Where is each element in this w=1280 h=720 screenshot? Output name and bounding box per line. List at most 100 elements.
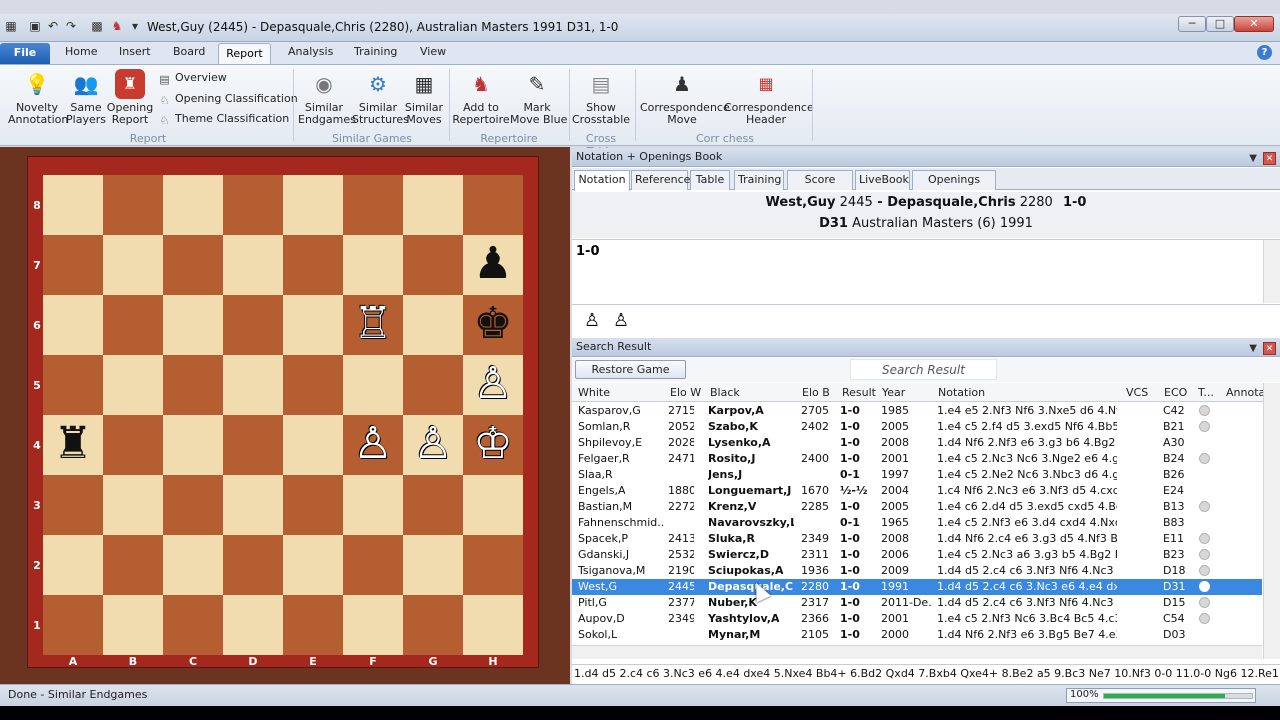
tab-livebook[interactable]: LiveBook <box>855 170 910 190</box>
panel-menu-icon[interactable]: ▼ <box>1249 153 1257 164</box>
notation-scrollbar[interactable] <box>1263 240 1280 303</box>
search-result-tab[interactable]: Search Result <box>850 359 997 380</box>
board-square-g2[interactable] <box>403 535 463 595</box>
board-square-b1[interactable] <box>103 595 163 655</box>
panel-menu-icon[interactable]: ▼ <box>1249 343 1257 354</box>
board-square-b4[interactable] <box>103 415 163 475</box>
table-scrollbar[interactable] <box>1263 383 1280 659</box>
menu-insert[interactable]: Insert <box>119 45 151 58</box>
col-year[interactable]: Year <box>882 386 905 399</box>
restore-game-button[interactable]: Restore Game <box>575 360 686 379</box>
board-square-a7[interactable] <box>43 235 103 295</box>
white-pawn-piece[interactable]: ♙ <box>403 415 463 475</box>
board-square-e6[interactable] <box>283 295 343 355</box>
board-square-d5[interactable] <box>223 355 283 415</box>
table-row[interactable]: Aupov,D 2349 Yashtylov,A 2366 1-0 2001 1.e4 c5… <box>572 611 1262 627</box>
board-square-f8[interactable] <box>343 175 403 235</box>
board-square-c3[interactable] <box>163 475 223 535</box>
board-square-d4[interactable] <box>223 415 283 475</box>
board-square-d1[interactable] <box>223 595 283 655</box>
table-row[interactable]: Bastian,M 2272 Krenz,V 2285 1-0 2005 1.e4 c6 2… <box>572 499 1262 515</box>
board-square-e5[interactable] <box>283 355 343 415</box>
notation-area[interactable]: 1-0 <box>572 239 1280 303</box>
table-hscrollbar[interactable] <box>572 645 1262 659</box>
board-square-d7[interactable] <box>223 235 283 295</box>
board-square-f3[interactable] <box>343 475 403 535</box>
board-square-e8[interactable] <box>283 175 343 235</box>
board-square-f5[interactable] <box>343 355 403 415</box>
board-square-f7[interactable] <box>343 235 403 295</box>
similar-moves-button[interactable]: ▦ Similar Moves <box>404 69 444 126</box>
board-square-f1[interactable] <box>343 595 403 655</box>
col-annota[interactable]: Annota <box>1226 386 1265 399</box>
minimize-button[interactable]: ─ <box>1178 16 1206 32</box>
white-king-piece[interactable]: ♔ <box>463 415 523 475</box>
engine-icon[interactable]: ♞ <box>110 19 124 33</box>
col-t[interactable]: T... <box>1198 386 1214 399</box>
tab-table[interactable]: Table <box>690 170 730 190</box>
menu-report[interactable]: Report <box>218 43 271 65</box>
save-icon[interactable]: ▣ <box>28 19 42 33</box>
board-square-h8[interactable] <box>463 175 523 235</box>
same-players-button[interactable]: 👥 Same Players <box>66 69 106 126</box>
overview-button[interactable]: ▤ Overview <box>158 71 227 86</box>
table-row[interactable]: Spacek,P 2413 Sluka,R 2349 1-0 2008 1.d4 Nf6 2… <box>572 531 1262 547</box>
redo-icon[interactable]: ↷ <box>64 19 78 33</box>
black-rook-piece[interactable]: ♜ <box>43 415 103 475</box>
col-black[interactable]: Black <box>710 386 740 399</box>
board-square-a2[interactable] <box>43 535 103 595</box>
show-crosstable-button[interactable]: ▤ Show Crosstable <box>572 69 630 126</box>
board-square-f2[interactable] <box>343 535 403 595</box>
board-square-b2[interactable] <box>103 535 163 595</box>
board-square-b6[interactable] <box>103 295 163 355</box>
zoom-control[interactable]: 100% <box>1066 688 1256 703</box>
similar-endgames-button[interactable]: ◉ Similar Endgames <box>298 69 356 126</box>
board-square-a3[interactable] <box>43 475 103 535</box>
board-square-c4[interactable] <box>163 415 223 475</box>
chess-board[interactable]: ♟ ♖ ♚ ♙ ♜ ♙ ♙ ♔ <box>43 175 523 655</box>
opening-report-button[interactable]: ♜ Opening Report <box>106 69 154 126</box>
tab-reference[interactable]: Reference <box>631 170 690 190</box>
board-square-g7[interactable] <box>403 235 463 295</box>
board-square-e1[interactable] <box>283 595 343 655</box>
col-vcs[interactable]: VCS <box>1126 386 1148 399</box>
help-icon[interactable]: ? <box>1257 45 1272 60</box>
board-square-g5[interactable] <box>403 355 463 415</box>
board-square-h1[interactable] <box>463 595 523 655</box>
table-row[interactable]: Gdanski,J 2532 Swiercz,D 2311 1-0 2006 1.e4 c5… <box>572 547 1262 563</box>
table-row[interactable]: Shpilevoy,E 2028 Lysenko,A 1-0 2008 1.d4 Nf6 … <box>572 435 1262 451</box>
board-square-h2[interactable] <box>463 535 523 595</box>
board-square-h3[interactable] <box>463 475 523 535</box>
maximize-button[interactable]: □ <box>1206 16 1234 32</box>
add-to-repertoire-button[interactable]: ♞ Add to Repertoire <box>452 69 510 126</box>
menu-board[interactable]: Board <box>173 45 205 58</box>
undo-icon[interactable]: ↶ <box>46 19 60 33</box>
board-icon[interactable]: ▩ <box>90 19 104 33</box>
white-pawn-piece[interactable]: ♙ <box>463 355 523 415</box>
table-row[interactable]: Felgaer,R 2471 Rosito,J 2400 1-0 2001 1.e4 c5 … <box>572 451 1262 467</box>
board-square-d2[interactable] <box>223 535 283 595</box>
tab-openings-book[interactable]: Openings Book <box>912 170 996 204</box>
board-square-g3[interactable] <box>403 475 463 535</box>
black-king-piece[interactable]: ♚ <box>463 295 523 355</box>
mark-move-blue-button[interactable]: ✎ Mark Move Blue <box>510 69 567 126</box>
board-square-e4[interactable] <box>283 415 343 475</box>
menu-view[interactable]: View <box>420 45 446 58</box>
board-square-d6[interactable] <box>223 295 283 355</box>
table-row[interactable]: Pitl,G 2377 Nuber,K 2317 1-0 2011-De.. 1.d4 d5… <box>572 595 1262 611</box>
similar-structures-button[interactable]: ⚙ Similar Structures <box>352 69 409 126</box>
board-square-c6[interactable] <box>163 295 223 355</box>
col-white[interactable]: White <box>578 386 610 399</box>
board-square-c7[interactable] <box>163 235 223 295</box>
board-square-b8[interactable] <box>103 175 163 235</box>
tab-score-sheet[interactable]: Score sheet <box>787 170 853 204</box>
menu-analysis[interactable]: Analysis <box>288 45 333 58</box>
tab-notation[interactable]: Notation <box>574 170 630 191</box>
menu-file[interactable]: File <box>0 43 50 64</box>
white-rook-piece[interactable]: ♖ <box>343 295 403 355</box>
table-row[interactable]: Slaa,R Jens,J 0-1 1997 1.e4 c5 2.Ne2 Nc6 3.N… <box>572 467 1262 483</box>
board-square-b3[interactable] <box>103 475 163 535</box>
board-square-g1[interactable] <box>403 595 463 655</box>
menu-home[interactable]: Home <box>65 45 97 58</box>
white-pawn-piece[interactable]: ♙ <box>343 415 403 475</box>
